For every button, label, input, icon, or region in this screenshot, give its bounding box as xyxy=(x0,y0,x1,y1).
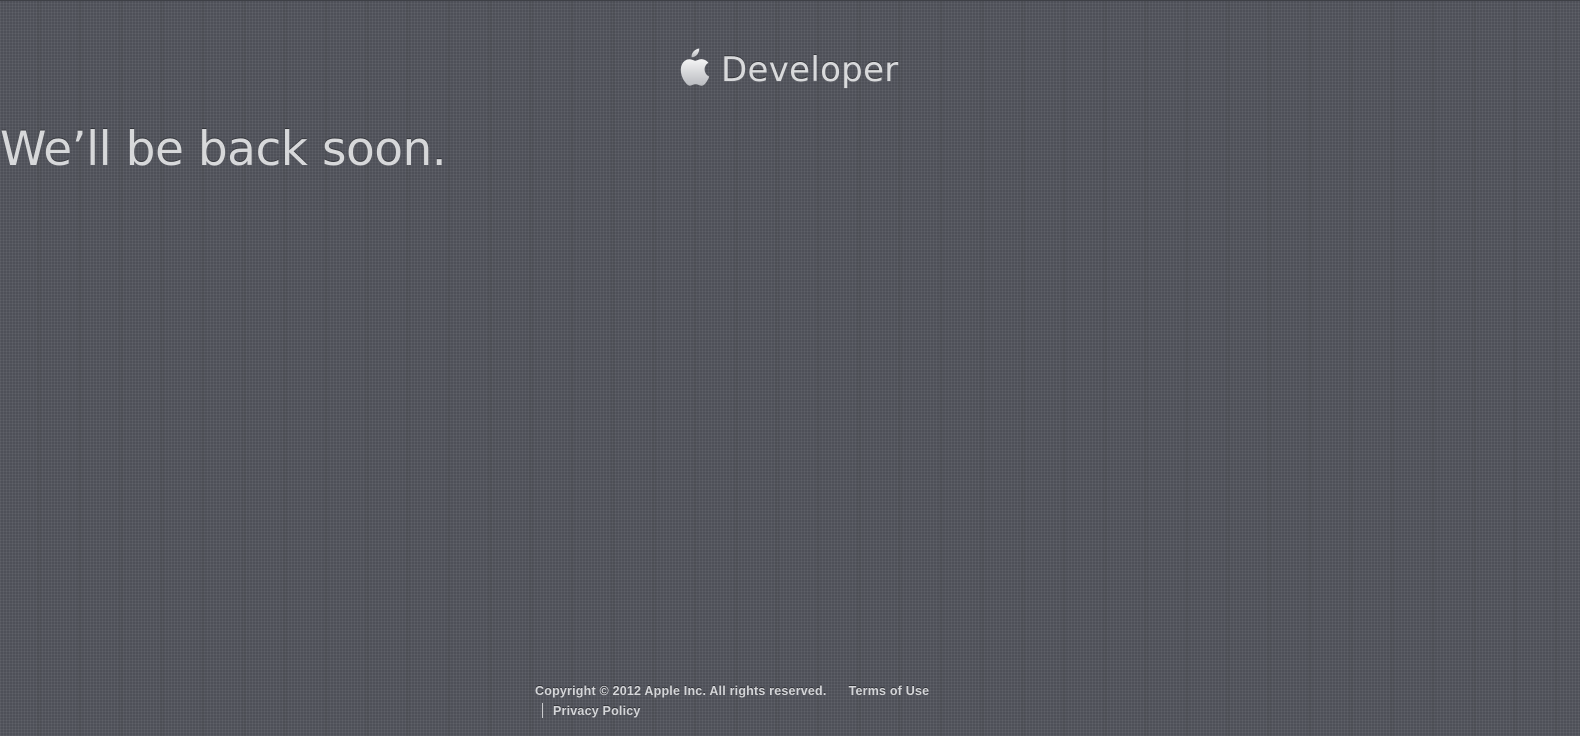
top-border xyxy=(0,0,1580,1)
footer: Copyright © 2012 Apple Inc. All rights r… xyxy=(535,684,995,718)
terms-of-use-link[interactable]: Terms of Use xyxy=(849,684,930,698)
page-headline: We’ll be back soon. xyxy=(0,122,447,177)
apple-logo-icon xyxy=(680,48,710,86)
site-title: Developer xyxy=(721,50,899,90)
copyright-text: Copyright © 2012 Apple Inc. All rights r… xyxy=(535,684,827,698)
footer-row: Privacy Policy xyxy=(542,703,995,718)
footer-row: Copyright © 2012 Apple Inc. All rights r… xyxy=(535,684,995,698)
developer-home-link[interactable]: Developer xyxy=(676,44,899,92)
privacy-policy-link[interactable]: Privacy Policy xyxy=(553,704,641,718)
footer-divider xyxy=(542,703,543,718)
